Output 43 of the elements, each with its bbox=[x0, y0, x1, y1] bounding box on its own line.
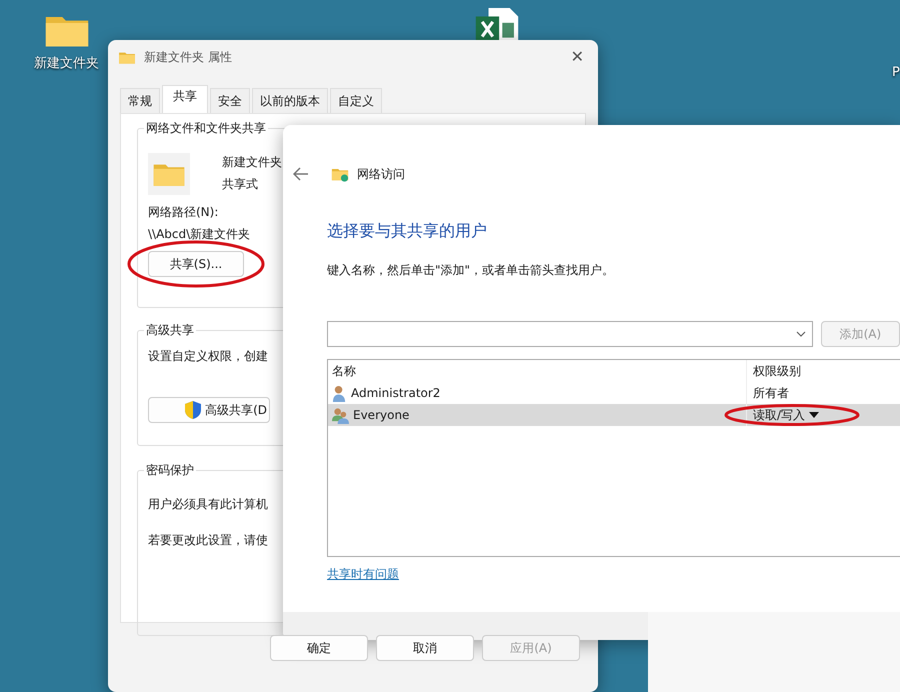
user-combobox[interactable] bbox=[327, 321, 813, 347]
path-label: 网络路径(N): bbox=[148, 204, 218, 221]
tab[interactable]: 以前的版本 bbox=[252, 88, 328, 113]
help-link[interactable]: 共享时有问题 bbox=[327, 565, 399, 583]
description-text: 用户必须具有此计算机 bbox=[148, 496, 268, 513]
tab[interactable]: 自定义 bbox=[330, 88, 382, 113]
folder-name: 新建文件夹 bbox=[222, 154, 282, 171]
share-button[interactable]: 共享(S)... bbox=[148, 251, 244, 277]
chevron-down-icon bbox=[796, 331, 806, 337]
group-title: 密码保护 bbox=[144, 461, 196, 479]
user-name: Administrator2 bbox=[351, 385, 440, 402]
icon-label: 新建文件夹 bbox=[34, 55, 99, 73]
instruction-text: 键入名称，然后单击"添加"，或者单击箭头查找用户。 bbox=[327, 262, 616, 279]
network-path: \\Abcd\新建文件夹 bbox=[148, 226, 250, 243]
column-header: 名称 bbox=[332, 363, 356, 380]
folder-icon bbox=[118, 50, 136, 64]
dialog-title: 网络访问 bbox=[357, 166, 405, 183]
close-button[interactable]: ✕ bbox=[570, 45, 584, 69]
tab[interactable]: 共享 bbox=[162, 85, 208, 113]
dialog-heading: 选择要与其共享的用户 bbox=[327, 220, 487, 242]
column-header: 权限级别 bbox=[753, 363, 801, 380]
tab[interactable]: 常规 bbox=[120, 88, 160, 113]
dialog-button[interactable]: 取消 bbox=[376, 635, 474, 661]
permission-level: 所有者 bbox=[753, 385, 789, 402]
group-title: 高级共享 bbox=[144, 321, 196, 339]
shield-icon bbox=[185, 401, 202, 419]
network-folder-icon bbox=[331, 166, 349, 182]
window-title: 新建文件夹 属性 bbox=[144, 49, 232, 66]
description-text: 设置自定义权限，创建 bbox=[148, 348, 268, 365]
back-arrow-icon bbox=[293, 167, 309, 181]
group-title: 网络文件和文件夹共享 bbox=[144, 119, 268, 137]
user-name: Everyone bbox=[353, 407, 410, 424]
description-text: 若要更改此设置，请使 bbox=[148, 532, 268, 549]
advanced-sharing-button[interactable]: 高级共享(D bbox=[148, 397, 270, 423]
permission-level: 读取/写入 bbox=[753, 407, 806, 424]
icon-label: P bbox=[892, 64, 900, 82]
users-icon bbox=[332, 406, 349, 424]
list-row[interactable]: Everyone 读取/写入 bbox=[328, 404, 900, 426]
caret-down-icon bbox=[809, 412, 820, 418]
user-icon bbox=[332, 384, 347, 402]
tab[interactable]: 安全 bbox=[210, 88, 250, 113]
share-state: 共享式 bbox=[222, 176, 258, 193]
dialog-button[interactable]: 确定 bbox=[270, 635, 368, 661]
